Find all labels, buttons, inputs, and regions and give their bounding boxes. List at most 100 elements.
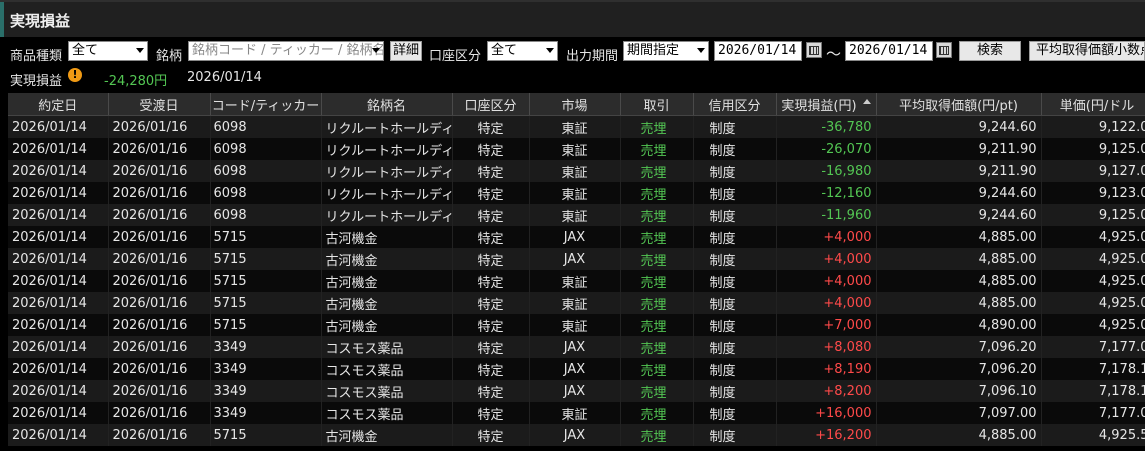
detail-button[interactable]: 詳細 (390, 41, 422, 61)
table-row[interactable]: 2026/01/14 2026/01/16 5715 古河機金 特定 東証 売埋 制度 +4,0… (8, 292, 1145, 314)
table-row[interactable]: 2026/01/14 2026/01/16 5715 古河機金 特定 JAX 売埋 制度 +4,… (8, 248, 1145, 270)
table-row[interactable]: 2026/01/14 2026/01/16 3349 コスモス薬品 特定 JAX 売埋 制度 +… (8, 336, 1145, 358)
cell-symbol-name: 古河機金 (321, 270, 453, 292)
cell-market: 東証 (529, 270, 621, 292)
cell-unit-price: 4,925.0 (1041, 248, 1145, 270)
cell-market: JAX (529, 226, 621, 248)
cell-symbol-name: 古河機金 (321, 314, 453, 336)
summary-label: 実現損益 (10, 74, 63, 89)
cell-settle-date: 2026/01/16 (108, 138, 211, 160)
column-header-market[interactable]: 市場 (529, 93, 621, 116)
cell-market: 東証 (529, 204, 621, 226)
cell-account-type: 特定 (452, 314, 530, 336)
cell-settle-date: 2026/01/16 (108, 380, 211, 402)
column-header-margin-type[interactable]: 信用区分 (693, 93, 777, 116)
calendar-icon[interactable] (806, 42, 822, 58)
warning-icon[interactable]: ! (68, 68, 82, 82)
cell-margin-type: 制度 (693, 115, 777, 138)
cell-realized-pl: +16,000 (776, 402, 877, 424)
cell-code: 5715 (210, 248, 322, 270)
average-decimal-button[interactable]: 平均取得価額小数点 (1029, 41, 1145, 61)
column-header-unit-price[interactable]: 単価(円/ドル (1041, 93, 1145, 116)
cell-market: 東証 (529, 182, 621, 204)
cell-margin-type: 制度 (693, 336, 777, 358)
symbol-input[interactable]: 銘柄コード / ティッカー / 銘柄名 (188, 41, 384, 61)
cell-trade-date: 2026/01/14 (8, 424, 109, 446)
cell-settle-date: 2026/01/16 (108, 248, 211, 270)
cell-trade-date: 2026/01/14 (8, 226, 109, 248)
sort-ascending-icon (862, 98, 871, 104)
column-header-symbol-name[interactable]: 銘柄名 (321, 93, 453, 116)
cell-unit-price: 4,925.0 (1041, 226, 1145, 248)
search-button[interactable]: 検索 (959, 41, 1021, 61)
cell-side: 売埋 (620, 292, 694, 314)
cell-realized-pl: +8,080 (776, 336, 877, 358)
table-row[interactable]: 2026/01/14 2026/01/16 5715 古河機金 特定 東証 売埋 制度 +4,0… (8, 270, 1145, 292)
cell-settle-date: 2026/01/16 (108, 314, 211, 336)
table-row[interactable]: 2026/01/14 2026/01/16 3349 コスモス薬品 特定 JAX 売埋 制度 +… (8, 358, 1145, 380)
table-row[interactable]: 2026/01/14 2026/01/16 3349 コスモス薬品 特定 東証 売埋 制度 +1… (8, 402, 1145, 424)
cell-margin-type: 制度 (693, 138, 777, 160)
cell-market: 東証 (529, 138, 621, 160)
cell-unit-price: 9,127.0 (1041, 160, 1145, 182)
table-row[interactable]: 2026/01/14 2026/01/16 3349 コスモス薬品 特定 JAX 売埋 制度 +… (8, 380, 1145, 402)
cell-settle-date: 2026/01/16 (108, 402, 211, 424)
column-header-side[interactable]: 取引 (620, 93, 694, 116)
cell-margin-type: 制度 (693, 314, 777, 336)
cell-account-type: 特定 (452, 248, 530, 270)
cell-unit-price: 7,177.0 (1041, 402, 1145, 424)
cell-avg-cost: 4,885.00 (876, 424, 1042, 446)
account-type-select[interactable]: 全て (487, 41, 558, 61)
cell-account-type: 特定 (452, 380, 530, 402)
column-header-settle-date[interactable]: 受渡日 (108, 93, 211, 116)
date-from-input[interactable]: 2026/01/14 (714, 41, 802, 61)
cell-market: JAX (529, 358, 621, 380)
cell-margin-type: 制度 (693, 204, 777, 226)
date-to-input[interactable]: 2026/01/14 (845, 41, 933, 61)
table-row[interactable]: 2026/01/142026/01/166098リクルートホールディ…特定東証売… (8, 204, 1145, 226)
account-type-label: 口座区分 (429, 49, 482, 64)
cell-margin-type: 制度 (693, 424, 777, 446)
cell-settle-date: 2026/01/16 (108, 358, 211, 380)
product-type-select[interactable]: 全て (68, 41, 148, 61)
cell-trade-date: 2026/01/14 (8, 336, 109, 358)
cell-avg-cost: 9,244.60 (876, 182, 1042, 204)
cell-symbol-name: 古河機金 (321, 248, 453, 270)
cell-realized-pl: -36,780 (776, 115, 877, 138)
period-select[interactable]: 期間指定 (623, 41, 709, 61)
cell-trade-date: 2026/01/14 (8, 115, 109, 138)
cell-settle-date: 2026/01/16 (108, 424, 211, 446)
table-row[interactable]: 2026/01/14 2026/01/16 5715 古河機金 特定 東証 売埋 制度 +7,0… (8, 314, 1145, 336)
cell-market: 東証 (529, 314, 621, 336)
column-header-realized-pl[interactable]: 実現損益(円) (776, 93, 877, 116)
cell-code: 5715 (210, 270, 322, 292)
cell-market: JAX (529, 380, 621, 402)
column-header-trade-date[interactable]: 約定日 (8, 93, 109, 116)
cell-market: JAX (529, 336, 621, 358)
cell-code: 3349 (210, 402, 322, 424)
table-row[interactable]: 2026/01/142026/01/166098リクルートホールディ…特定東証売… (8, 115, 1145, 138)
cell-margin-type: 制度 (693, 292, 777, 314)
table-row[interactable]: 2026/01/14 2026/01/16 5715 古河機金 特定 JAX 売埋 制度 +4,… (8, 226, 1145, 248)
cell-account-type: 特定 (452, 424, 530, 446)
cell-market: 東証 (529, 115, 621, 138)
table-row[interactable]: 2026/01/142026/01/166098リクルートホールディ…特定東証売… (8, 160, 1145, 182)
cell-trade-date: 2026/01/14 (8, 314, 109, 336)
cell-symbol-name: コスモス薬品 (321, 380, 453, 402)
table-row[interactable]: 2026/01/142026/01/166098リクルートホールディ…特定東証売… (8, 138, 1145, 160)
range-tilde: ～ (826, 45, 842, 63)
column-header-avg-cost[interactable]: 平均取得価額(円/pt) (876, 93, 1042, 116)
cell-realized-pl: +4,000 (776, 248, 877, 270)
table-header-row: 約定日 受渡日 コード/ティッカー 銘柄名 口座区分 市場 取引 信用区分 実現損益(円) 平均取… (8, 93, 1145, 116)
cell-avg-cost: 9,244.60 (876, 204, 1042, 226)
cell-unit-price: 9,122.0 (1041, 115, 1145, 138)
table-row[interactable]: 2026/01/14 2026/01/16 5715 古河機金 特定 JAX 売埋 制度 +16… (8, 424, 1145, 446)
cell-code: 6098 (210, 138, 322, 160)
column-header-code[interactable]: コード/ティッカー (210, 93, 322, 116)
calendar-icon[interactable] (936, 42, 952, 58)
cell-realized-pl: -11,960 (776, 204, 877, 226)
table-row[interactable]: 2026/01/142026/01/166098リクルートホールディ…特定東証売… (8, 182, 1145, 204)
page-title: 実現損益 (10, 12, 71, 30)
column-header-account-type[interactable]: 口座区分 (452, 93, 530, 116)
filter-bar: 商品種類 全て 銘柄 銘柄コード / ティッカー / 銘柄名 詳細 口座区分 全… (0, 37, 1145, 67)
